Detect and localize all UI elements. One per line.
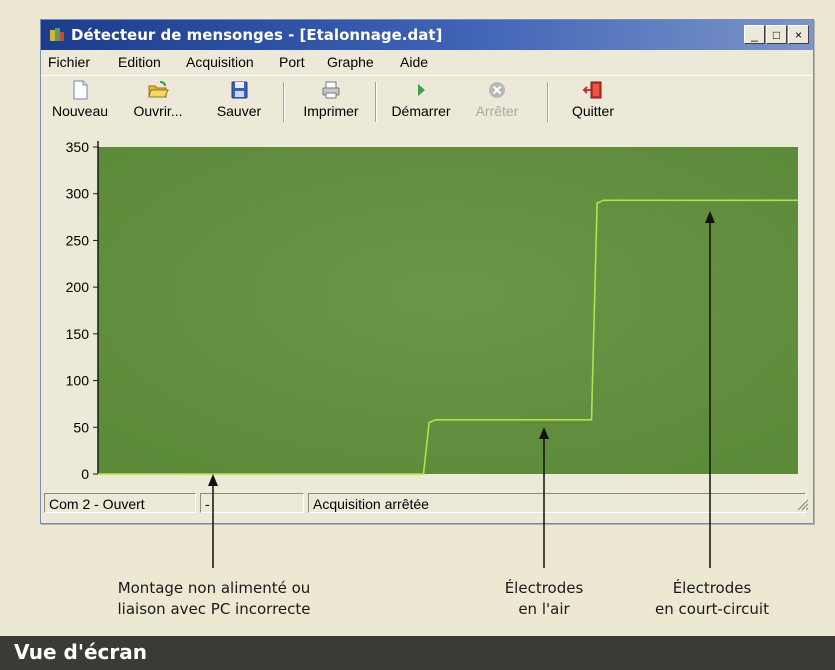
arrow-electrodes-air [539, 427, 549, 568]
annotation-line: en l'air [518, 600, 570, 618]
annotation-short-circuit: Électrodes en court-circuit [632, 578, 792, 620]
arrow-short-circuit [705, 211, 715, 568]
annotation-unpowered: Montage non alimenté ou liaison avec PC … [96, 578, 332, 620]
figure-panel: Détecteur de mensonges - [Etalonnage.dat… [0, 0, 835, 636]
annotation-line: en court-circuit [655, 600, 769, 618]
annotation-line: liaison avec PC incorrecte [117, 600, 311, 618]
annotation-line: Montage non alimenté ou [117, 579, 311, 597]
arrow-unpowered [208, 474, 218, 568]
annotation-electrodes-air: Électrodes en l'air [484, 578, 604, 620]
caption-text: Vue d'écran [14, 640, 147, 664]
caption-bar: Vue d'écran [0, 636, 835, 670]
annotation-arrows [208, 211, 715, 568]
annotation-line: Électrodes [672, 579, 752, 597]
annotation-line: Électrodes [504, 579, 584, 597]
